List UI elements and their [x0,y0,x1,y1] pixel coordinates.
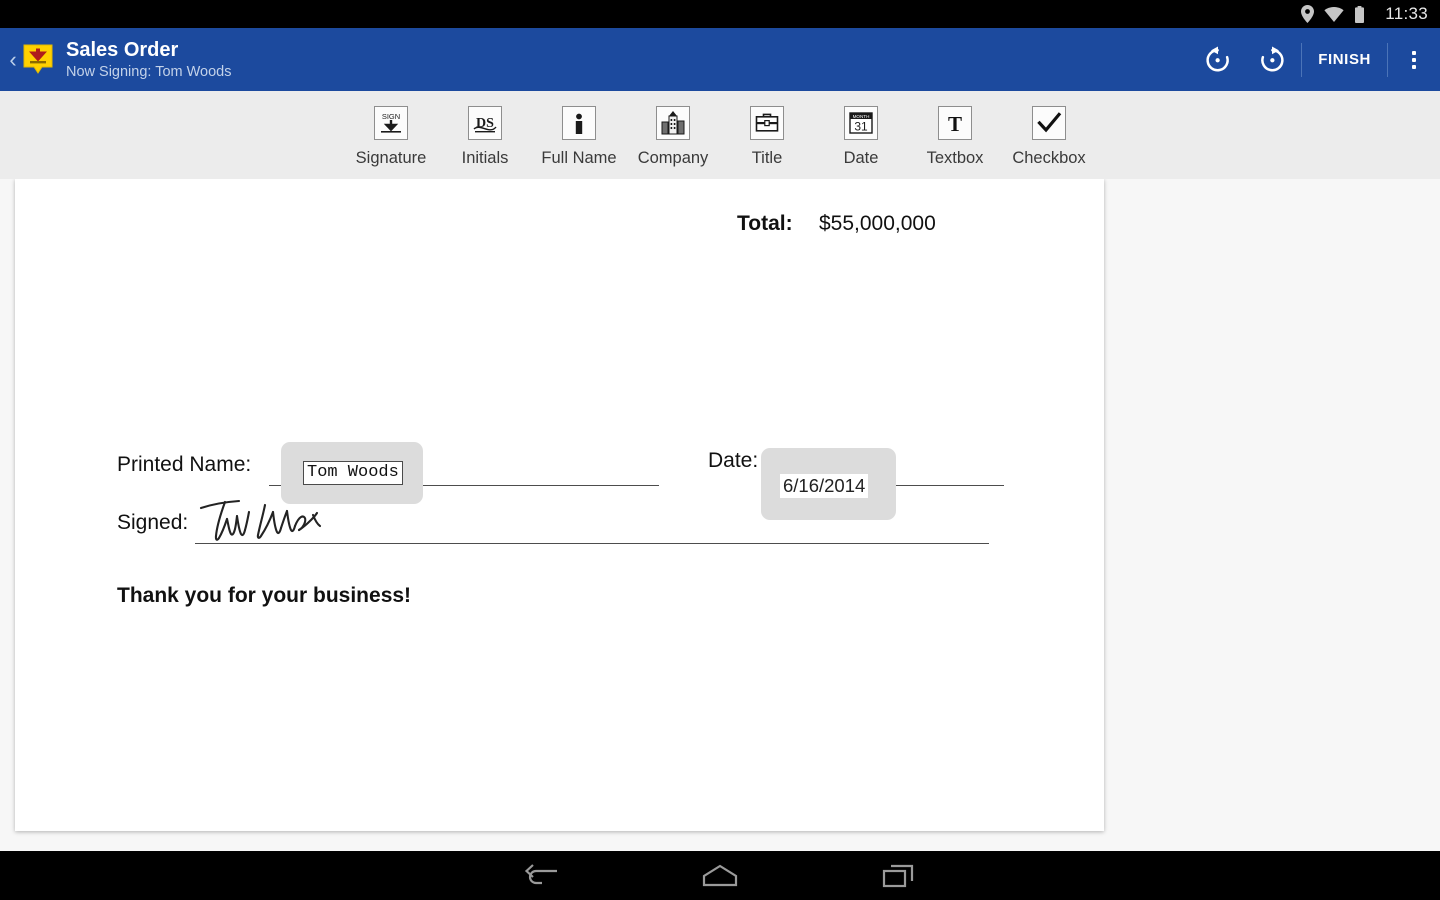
date-label: Date: [708,449,758,473]
battery-icon [1354,6,1365,23]
initials-tag-icon: DS [468,106,502,140]
overflow-dot [1412,65,1416,69]
screen-root: 11:33 ‹ Sales Order Now Signing: Tom Woo… [0,0,1440,900]
nav-home-button[interactable] [681,851,759,900]
signature-block: Printed Name: Tom Woods Signed: [117,449,1017,551]
back-chevron-icon[interactable]: ‹ [4,49,22,71]
overflow-dot [1412,58,1416,62]
nav-back-button[interactable] [503,851,581,900]
finish-button[interactable]: FINISH [1302,28,1387,91]
undo-icon [1202,45,1232,75]
checkbox-tag-icon [1032,106,1066,140]
tag-checkbox[interactable]: Checkbox [1002,102,1096,168]
undo-button[interactable] [1189,28,1245,91]
closing-text: Thank you for your business! [117,584,411,608]
overflow-menu-button[interactable] [1388,28,1440,91]
redo-icon [1258,45,1288,75]
redo-button[interactable] [1245,28,1301,91]
document-page[interactable]: Total: $55,000,000 Printed Name: Tom Woo… [15,179,1104,831]
docusign-logo-icon [22,43,54,77]
printed-name-field-value[interactable]: Tom Woods [303,461,403,485]
page-title: Sales Order [66,38,232,62]
textbox-tag-icon: T [938,106,972,140]
recent-apps-icon [881,863,915,889]
tag-toolbar: SIGN Signature DS Initials [0,91,1440,179]
tag-full-name[interactable]: Full Name [532,102,626,168]
tag-label: Date [844,149,879,168]
printed-name-label: Printed Name: [117,453,251,477]
nav-recents-button[interactable] [859,851,937,900]
tag-initials[interactable]: DS Initials [438,102,532,168]
svg-text:31: 31 [854,120,868,134]
app-bar-titles: Sales Order Now Signing: Tom Woods [66,38,232,82]
tag-label: Full Name [541,149,616,168]
total-value: $55,000,000 [819,212,936,236]
tag-label: Signature [356,149,427,168]
tag-title[interactable]: Title [720,102,814,168]
company-tag-icon [656,106,690,140]
full-name-tag-icon [562,106,596,140]
tag-label: Company [638,149,709,168]
total-label: Total: [737,212,793,236]
date-tag-icon: MONTH 31 [844,106,878,140]
tag-label: Checkbox [1012,149,1085,168]
status-icons: 11:33 [1301,4,1428,24]
date-row: Date: 6/16/2014 [708,449,758,473]
tag-textbox[interactable]: T Textbox [908,102,1002,168]
svg-text:MONTH: MONTH [853,114,870,119]
tag-date[interactable]: MONTH 31 Date [814,102,908,168]
android-status-bar: 11:33 [0,0,1440,28]
tag-company[interactable]: Company [626,102,720,168]
home-icon [701,863,739,889]
signed-label: Signed: [117,511,188,535]
date-field-value[interactable]: 6/16/2014 [780,474,868,498]
tag-label: Title [752,149,783,168]
app-bar: ‹ Sales Order Now Signing: Tom Woods [0,28,1440,91]
signature-tag-icon: SIGN [374,106,408,140]
document-viewport[interactable]: Total: $55,000,000 Printed Name: Tom Woo… [0,179,1440,851]
title-tag-icon [750,106,784,140]
now-signing-subtitle: Now Signing: Tom Woods [66,62,232,82]
tag-label: Initials [462,149,509,168]
tag-signature[interactable]: SIGN Signature [344,102,438,168]
back-icon [524,863,560,889]
status-time: 11:33 [1385,4,1428,24]
tag-label: Textbox [927,149,984,168]
svg-text:SIGN: SIGN [382,112,400,121]
android-nav-bar [0,851,1440,900]
overflow-menu-icon [1412,51,1416,55]
signature-mark[interactable] [195,495,335,552]
svg-text:T: T [948,112,962,136]
location-pin-icon [1301,5,1314,23]
tag-toolbar-items: SIGN Signature DS Initials [344,102,1096,168]
wifi-icon [1324,6,1344,22]
